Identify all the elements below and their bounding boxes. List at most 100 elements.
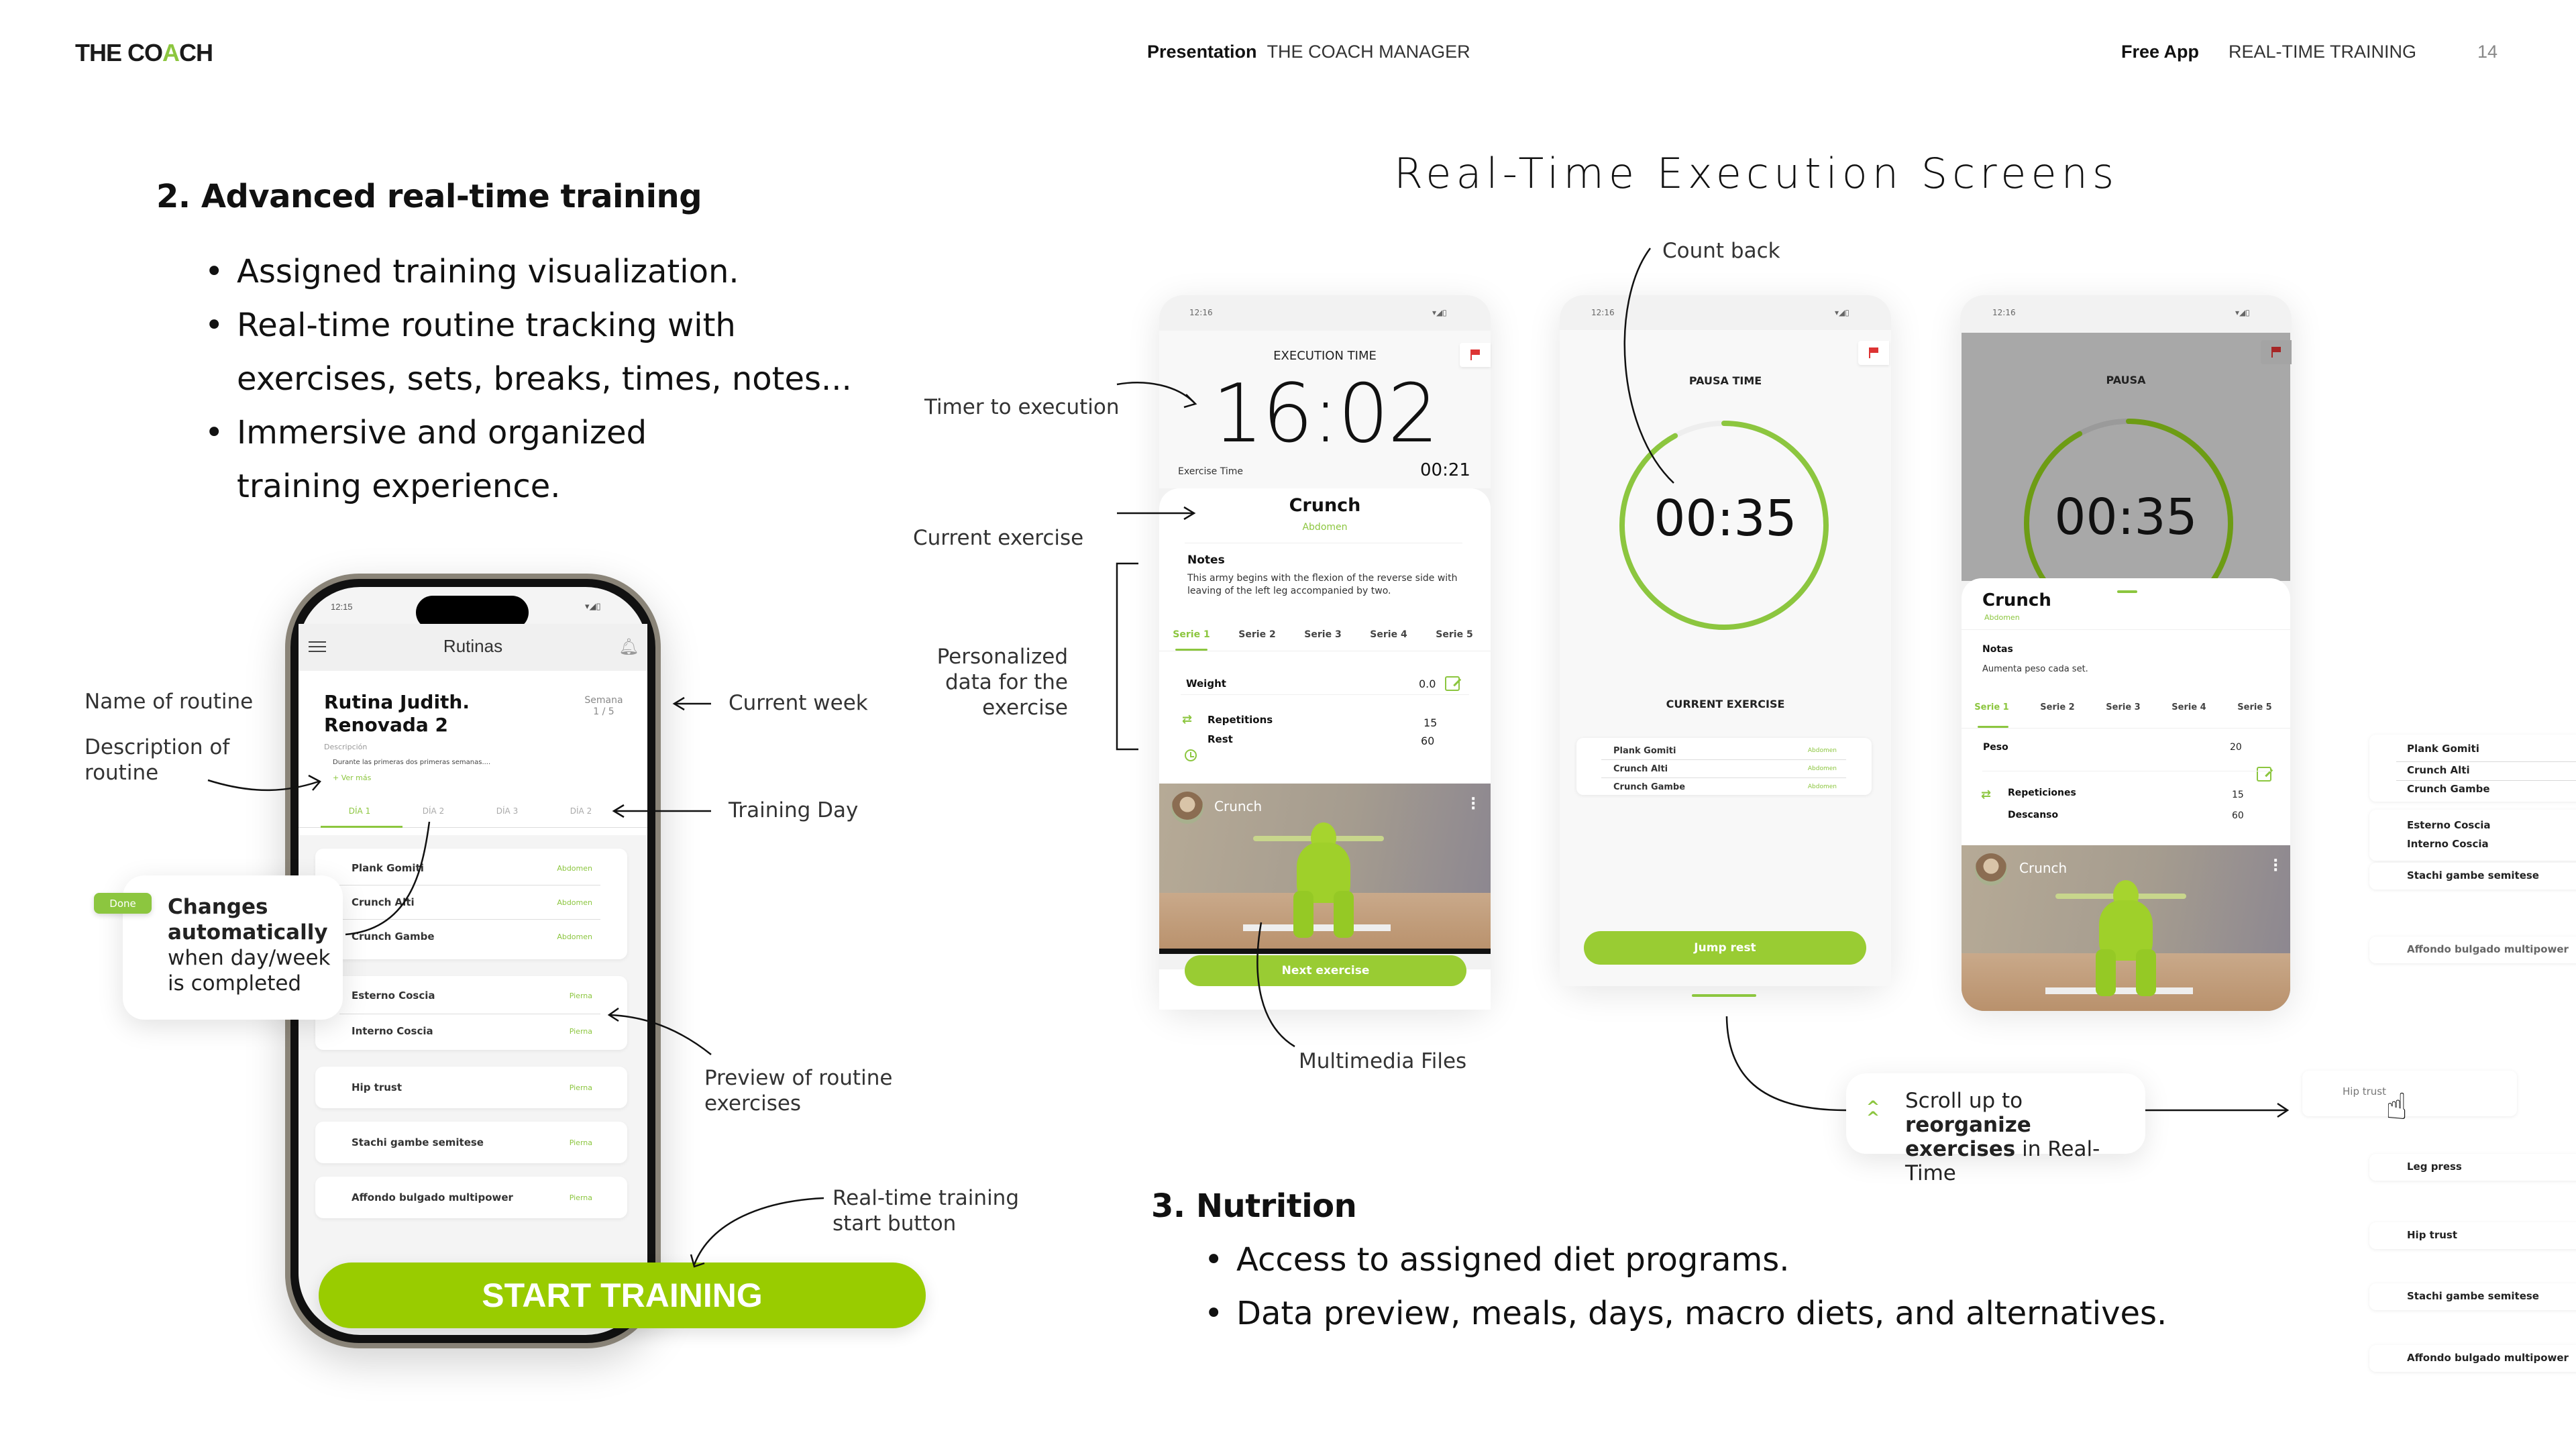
start-training-button[interactable]: START TRAINING bbox=[319, 1263, 926, 1328]
tab-serie-3[interactable]: Serie 3 bbox=[1290, 629, 1356, 640]
exercise-row[interactable]: Crunch Alti Abdomen bbox=[1576, 760, 1872, 777]
reorder-item[interactable]: Plank Gomiti bbox=[2407, 743, 2479, 755]
reorder-item[interactable]: Crunch Gambe bbox=[2407, 783, 2490, 795]
reorder-group-card[interactable]: Esterno Coscia Interno Coscia bbox=[2369, 810, 2576, 861]
execution-screens-title: Real-Time Execution Screens bbox=[1394, 149, 2119, 198]
jump-rest-button[interactable]: Jump rest bbox=[1584, 931, 1866, 965]
reorder-item[interactable]: Leg press bbox=[2407, 1161, 2462, 1173]
description-label: Descripción bbox=[324, 743, 368, 751]
reorder-group-card[interactable]: Affondo bulgado multipower bbox=[2369, 936, 2576, 963]
tab-serie-2[interactable]: Serie 2 bbox=[2025, 702, 2090, 712]
exercise-row[interactable]: Hip trust Pierna bbox=[315, 1067, 627, 1108]
video-title: Crunch bbox=[1214, 798, 1263, 814]
anno-current-week: Current week bbox=[729, 691, 868, 715]
more-options-icon[interactable]: · · · bbox=[1470, 792, 1476, 816]
bullet-item: Assigned training visualization. bbox=[205, 245, 862, 299]
exercise-group-card[interactable]: Hip trust Pierna bbox=[315, 1067, 627, 1108]
exercise-row[interactable]: Stachi gambe semitese Pierna bbox=[315, 1122, 627, 1163]
section2-title: 2. Advanced real-time training bbox=[156, 178, 702, 215]
repeat-icon: ⇄ bbox=[1981, 788, 1992, 802]
section-label: Free App bbox=[2121, 42, 2200, 62]
exercise-row[interactable]: Interno Coscia Pierna bbox=[315, 1014, 627, 1048]
reorder-item[interactable]: Stachi gambe semitese bbox=[2407, 1290, 2539, 1302]
reorder-item[interactable]: Stachi gambe semitese bbox=[2407, 869, 2539, 881]
double-chevron-up-icon: ^ ^ bbox=[1866, 1097, 1880, 1127]
tab-day-3[interactable]: DÍA 3 bbox=[470, 806, 545, 816]
edit-icon[interactable] bbox=[1445, 676, 1460, 691]
tab-serie-2[interactable]: Serie 2 bbox=[1224, 629, 1290, 640]
arrow-head bbox=[672, 696, 685, 711]
reorder-item[interactable]: Esterno Coscia bbox=[2407, 819, 2491, 831]
main-timer: 16:02 bbox=[1212, 368, 1439, 461]
tab-serie-4[interactable]: Serie 4 bbox=[1356, 629, 1421, 640]
exercise-row[interactable]: Crunch Gambe Abdomen bbox=[1576, 778, 1872, 796]
rest-label: Rest bbox=[1208, 733, 1233, 745]
exercise-row[interactable]: Esterno Coscia Pierna bbox=[315, 977, 627, 1014]
flag-button[interactable] bbox=[2261, 340, 2292, 364]
reorder-group-card[interactable]: Leg press bbox=[2369, 1154, 2576, 1181]
edit-icon[interactable] bbox=[2257, 767, 2271, 782]
tab-serie-3[interactable]: Serie 3 bbox=[2090, 702, 2156, 712]
reorder-item[interactable]: Crunch Alti bbox=[2407, 764, 2470, 776]
reorder-group-card[interactable]: Stachi gambe semitese bbox=[2369, 1283, 2576, 1310]
bracket bbox=[1116, 562, 1138, 751]
dragging-item-card[interactable]: Hip trust bbox=[2302, 1071, 2517, 1116]
sheet-drag-handle[interactable] bbox=[2117, 590, 2137, 593]
reorder-group-card[interactable]: Plank Gomiti Crunch Alti Crunch Gambe bbox=[2369, 735, 2576, 802]
section-value: REAL-TIME TRAINING bbox=[2229, 42, 2417, 62]
exercise-row[interactable]: Crunch Alti Abdomen bbox=[315, 885, 627, 919]
exercise-name: Crunch bbox=[1982, 590, 2051, 610]
notes-text: Aumenta peso cada set. bbox=[1982, 664, 2088, 674]
presentation-label: Presentation bbox=[1147, 42, 1257, 62]
done-badge: Done bbox=[94, 893, 152, 914]
exercise-row[interactable]: Crunch Gambe Abdomen bbox=[315, 920, 627, 953]
reorder-item[interactable]: Affondo bulgado multipower bbox=[2407, 943, 2569, 955]
video-progress-bar[interactable] bbox=[1159, 949, 1491, 954]
notes-title: Notas bbox=[1982, 644, 2013, 655]
reorder-item[interactable]: Interno Coscia bbox=[2407, 838, 2489, 850]
divider bbox=[1181, 694, 1469, 695]
reps-value: 15 bbox=[2232, 790, 2244, 800]
reorder-item[interactable]: Affondo bulgado multipower bbox=[2407, 1352, 2569, 1364]
bullet-item: Access to assigned diet programs. bbox=[1204, 1233, 2210, 1287]
tab-day-4[interactable]: DÍA 2 bbox=[543, 806, 619, 816]
flag-button[interactable] bbox=[1858, 341, 1889, 365]
next-exercise-button[interactable]: Next exercise bbox=[1185, 955, 1466, 986]
reorder-group-card[interactable]: Affondo bulgado multipower bbox=[2369, 1345, 2576, 1372]
see-more-link[interactable]: + Ver más bbox=[333, 773, 371, 782]
exercise-group-card[interactable]: Plank Gomiti Abdomen Crunch Alti Abdomen C… bbox=[315, 849, 627, 959]
tab-serie-1[interactable]: Serie 1 bbox=[1959, 702, 2025, 712]
trainer-avatar bbox=[1171, 792, 1203, 824]
bullet-item: Immersive and organized training experie… bbox=[205, 406, 741, 513]
tab-serie-4[interactable]: Serie 4 bbox=[2156, 702, 2222, 712]
section2-bullets: Assigned training visualization. Real-ti… bbox=[205, 245, 862, 513]
exercise-video[interactable]: Crunch · · · bbox=[1962, 845, 2290, 1011]
clock-icon bbox=[1185, 749, 1197, 761]
section3-title: 3. Nutrition bbox=[1151, 1187, 1357, 1225]
reorder-group-card[interactable]: Stachi gambe semitese bbox=[2369, 863, 2576, 890]
exercise-group-card[interactable]: Stachi gambe semitese Pierna bbox=[315, 1122, 627, 1163]
anno-start-button: Real-time training start button bbox=[833, 1186, 1020, 1236]
tab-serie-5[interactable]: Serie 5 bbox=[2222, 702, 2288, 712]
reorder-item[interactable]: Hip trust bbox=[2407, 1229, 2457, 1241]
notification-bell-icon[interactable]: 🔔︎ bbox=[619, 637, 639, 656]
exercise-group-card[interactable]: Esterno Coscia Pierna Interno Coscia Piern… bbox=[315, 976, 627, 1050]
exercise-video[interactable]: Crunch · · · bbox=[1159, 784, 1491, 951]
tab-serie-5[interactable]: Serie 5 bbox=[1421, 629, 1487, 640]
video-title: Crunch bbox=[2019, 860, 2068, 876]
exercise-row[interactable]: Plank Gomiti Abdomen bbox=[315, 851, 627, 885]
tab-serie-1[interactable]: Serie 1 bbox=[1159, 629, 1224, 640]
connector-line bbox=[693, 1197, 824, 1265]
reorder-group-card[interactable]: Hip trust bbox=[2369, 1222, 2576, 1249]
rest-value: 60 bbox=[1421, 735, 1435, 747]
hand-cursor-icon: ☝︎ bbox=[2385, 1085, 2408, 1128]
exercise-group-card[interactable]: Affondo bulgado multipower Pierna bbox=[315, 1177, 627, 1218]
tab-day-2[interactable]: DÍA 2 bbox=[396, 806, 471, 816]
exercise-row[interactable]: Affondo bulgado multipower Pierna bbox=[315, 1177, 627, 1218]
status-time: 12:16 bbox=[1591, 308, 1615, 317]
flag-icon bbox=[2271, 347, 2281, 358]
more-options-icon[interactable]: · · · bbox=[2273, 854, 2278, 878]
tab-day-1[interactable]: DÍA 1 bbox=[322, 806, 397, 816]
week-label: Semana bbox=[584, 695, 623, 706]
exercise-row[interactable]: Plank Gomiti Abdomen bbox=[1576, 742, 1872, 759]
